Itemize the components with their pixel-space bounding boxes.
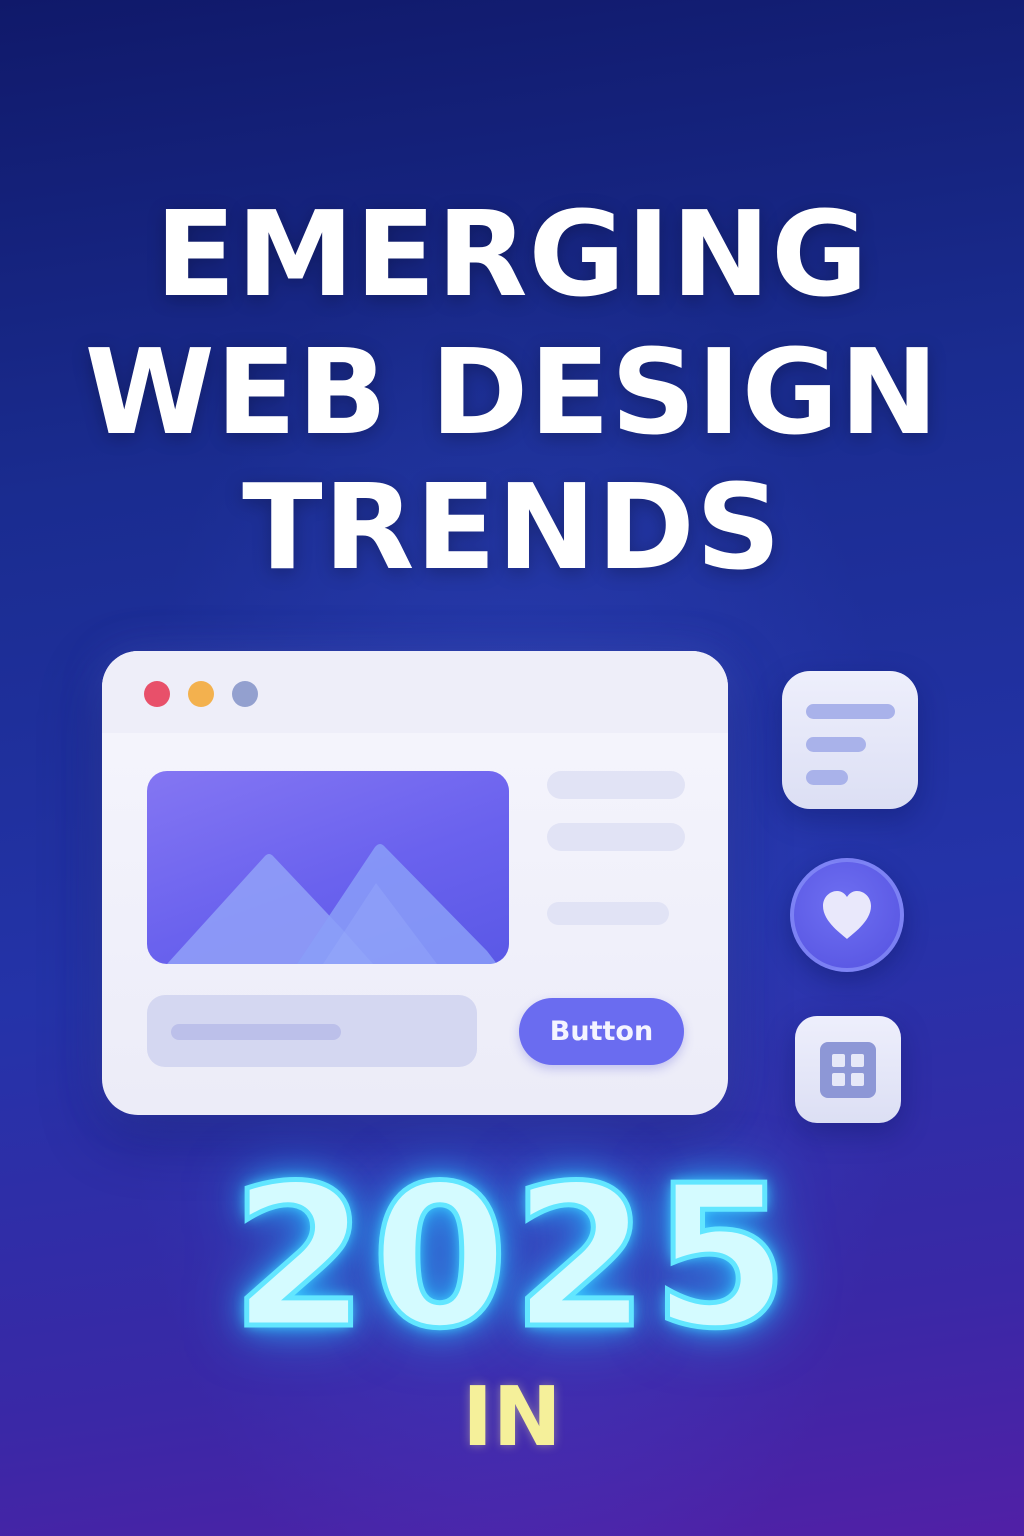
text-line-placeholder xyxy=(547,771,685,799)
suffix-text: IN xyxy=(462,1370,562,1465)
mountain-image-icon xyxy=(167,844,497,964)
mockup-button[interactable]: Button xyxy=(519,998,684,1065)
text-lines-icon xyxy=(806,704,895,719)
heart-icon xyxy=(823,891,871,939)
text-line-placeholder xyxy=(547,902,669,925)
text-lines-icon-line xyxy=(806,770,848,785)
headline-line-3: TRENDS xyxy=(242,458,782,596)
text-line-placeholder xyxy=(547,823,685,851)
window-titlebar xyxy=(102,651,728,733)
text-lines-card[interactable] xyxy=(782,671,918,809)
window-close-dot[interactable] xyxy=(144,681,170,707)
grid-icon xyxy=(820,1042,876,1098)
year-neon-text: 2025 xyxy=(229,1144,793,1372)
browser-window-mockup: Button xyxy=(102,651,728,1115)
headline-line-2: WEB DESIGN xyxy=(84,323,940,461)
hero-image-placeholder xyxy=(147,771,509,964)
input-text-placeholder xyxy=(171,1024,341,1040)
input-field-placeholder[interactable] xyxy=(147,995,477,1067)
window-minimize-dot[interactable] xyxy=(188,681,214,707)
like-button[interactable] xyxy=(790,858,904,972)
grid-card[interactable] xyxy=(795,1016,901,1123)
window-maximize-dot[interactable] xyxy=(232,681,258,707)
headline-line-1: EMERGING xyxy=(155,185,869,323)
text-lines-icon-line xyxy=(806,737,866,752)
